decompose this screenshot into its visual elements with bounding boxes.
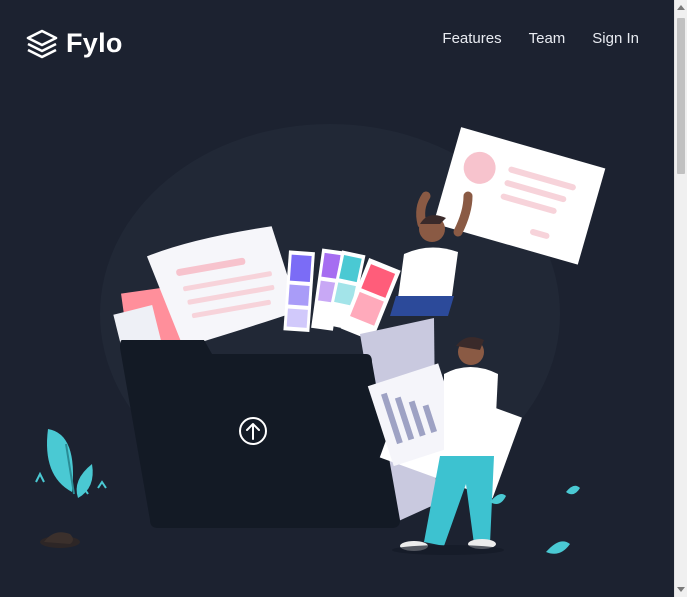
site-header: Fylo Features Team Sign In	[0, 0, 675, 84]
nav-sign-in-link[interactable]: Sign In	[592, 30, 639, 47]
vertical-scrollbar[interactable]	[674, 0, 687, 597]
landing-page: Fylo Features Team Sign In	[0, 0, 675, 597]
main-nav: Features Team Sign In	[442, 30, 639, 47]
brand-logo[interactable]: Fylo	[26, 28, 123, 59]
hero-illustration	[35, 124, 606, 555]
nav-features-link[interactable]: Features	[442, 30, 501, 47]
scroll-up-arrow-icon[interactable]	[675, 0, 687, 14]
scroll-thumb[interactable]	[677, 18, 685, 174]
brand-name: Fylo	[66, 28, 123, 58]
leaf-decorations	[490, 485, 580, 554]
stacked-layers-icon	[26, 29, 58, 58]
scroll-down-arrow-icon[interactable]	[675, 583, 687, 597]
hero-section	[0, 84, 675, 597]
upload-folder[interactable]	[120, 340, 400, 528]
nav-team-link[interactable]: Team	[529, 30, 566, 47]
plant-decoration	[35, 429, 107, 548]
